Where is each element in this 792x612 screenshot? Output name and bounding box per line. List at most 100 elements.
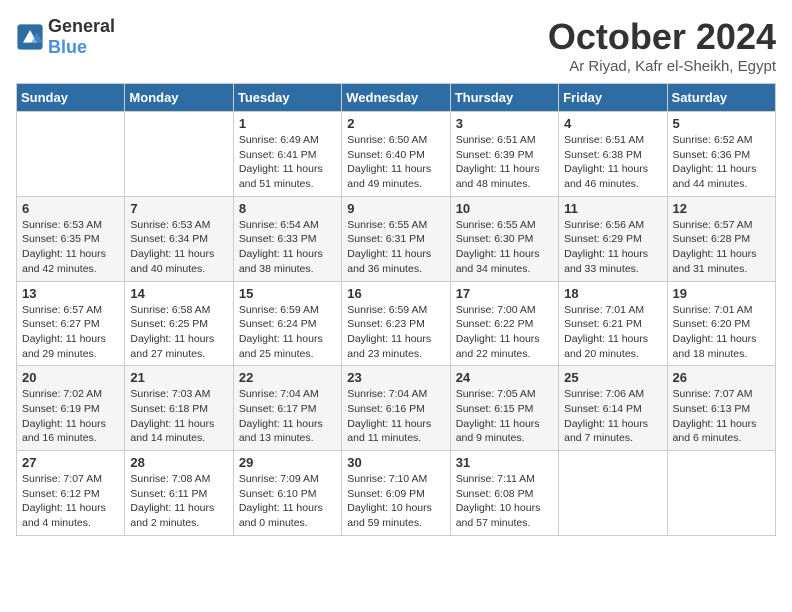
day-number: 30 <box>347 455 444 470</box>
day-number: 4 <box>564 116 661 131</box>
cell-content: Sunrise: 7:06 AM Sunset: 6:14 PM Dayligh… <box>564 387 661 446</box>
calendar-cell <box>125 112 233 197</box>
day-header-wednesday: Wednesday <box>342 84 450 112</box>
calendar-cell: 17 Sunrise: 7:00 AM Sunset: 6:22 PM Dayli… <box>450 281 558 366</box>
cell-content: Sunrise: 7:08 AM Sunset: 6:11 PM Dayligh… <box>130 472 227 531</box>
calendar-week-5: 27Sunrise: 7:07 AM Sunset: 6:12 PM Dayli… <box>17 451 776 536</box>
calendar-week-2: 6 Sunrise: 6:53 AM Sunset: 6:35 PM Daylig… <box>17 196 776 281</box>
day-number: 22 <box>239 370 336 385</box>
day-number: 5 <box>673 116 770 131</box>
calendar-cell: 21 Sunrise: 7:03 AM Sunset: 6:18 PM Dayli… <box>125 366 233 451</box>
cell-content: Sunrise: 7:09 AM Sunset: 6:10 PM Dayligh… <box>239 472 336 531</box>
calendar-cell: 15 Sunrise: 6:59 AM Sunset: 6:24 PM Dayli… <box>233 281 341 366</box>
calendar-cell: 3Sunrise: 6:51 AM Sunset: 6:39 PM Daylig… <box>450 112 558 197</box>
day-number: 6 <box>22 201 119 216</box>
day-number: 29 <box>239 455 336 470</box>
calendar-cell: 18 Sunrise: 7:01 AM Sunset: 6:21 PM Dayli… <box>559 281 667 366</box>
day-number: 31 <box>456 455 553 470</box>
calendar-cell: 7 Sunrise: 6:53 AM Sunset: 6:34 PM Daylig… <box>125 196 233 281</box>
calendar-cell: 11Sunrise: 6:56 AM Sunset: 6:29 PM Dayli… <box>559 196 667 281</box>
calendar-cell: 12 Sunrise: 6:57 AM Sunset: 6:28 PM Dayli… <box>667 196 775 281</box>
calendar-cell: 2 Sunrise: 6:50 AM Sunset: 6:40 PM Daylig… <box>342 112 450 197</box>
day-number: 2 <box>347 116 444 131</box>
calendar-cell: 1Sunrise: 6:49 AM Sunset: 6:41 PM Daylig… <box>233 112 341 197</box>
calendar-cell: 30 Sunrise: 7:10 AM Sunset: 6:09 PM Dayli… <box>342 451 450 536</box>
cell-content: Sunrise: 7:04 AM Sunset: 6:16 PM Dayligh… <box>347 387 444 446</box>
cell-content: Sunrise: 6:56 AM Sunset: 6:29 PM Dayligh… <box>564 218 661 277</box>
day-number: 21 <box>130 370 227 385</box>
calendar-cell <box>559 451 667 536</box>
calendar-cell: 23 Sunrise: 7:04 AM Sunset: 6:16 PM Dayli… <box>342 366 450 451</box>
day-number: 25 <box>564 370 661 385</box>
cell-content: Sunrise: 7:03 AM Sunset: 6:18 PM Dayligh… <box>130 387 227 446</box>
title-block: October 2024 Ar Riyad, Kafr el-Sheikh, E… <box>548 16 776 75</box>
day-number: 28 <box>130 455 227 470</box>
day-number: 15 <box>239 286 336 301</box>
calendar-cell <box>667 451 775 536</box>
calendar-cell: 24 Sunrise: 7:05 AM Sunset: 6:15 PM Dayli… <box>450 366 558 451</box>
cell-content: Sunrise: 6:57 AM Sunset: 6:28 PM Dayligh… <box>673 218 770 277</box>
calendar-cell: 5Sunrise: 6:52 AM Sunset: 6:36 PM Daylig… <box>667 112 775 197</box>
calendar-cell: 9Sunrise: 6:55 AM Sunset: 6:31 PM Daylig… <box>342 196 450 281</box>
day-number: 16 <box>347 286 444 301</box>
calendar-cell: 26 Sunrise: 7:07 AM Sunset: 6:13 PM Dayli… <box>667 366 775 451</box>
cell-content: Sunrise: 7:07 AM Sunset: 6:13 PM Dayligh… <box>673 387 770 446</box>
cell-content: Sunrise: 6:53 AM Sunset: 6:35 PM Dayligh… <box>22 218 119 277</box>
cell-content: Sunrise: 6:51 AM Sunset: 6:39 PM Dayligh… <box>456 133 553 192</box>
day-number: 20 <box>22 370 119 385</box>
cell-content: Sunrise: 7:05 AM Sunset: 6:15 PM Dayligh… <box>456 387 553 446</box>
day-number: 27 <box>22 455 119 470</box>
day-number: 19 <box>673 286 770 301</box>
day-number: 7 <box>130 201 227 216</box>
day-number: 12 <box>673 201 770 216</box>
day-number: 1 <box>239 116 336 131</box>
calendar-cell: 29 Sunrise: 7:09 AM Sunset: 6:10 PM Dayli… <box>233 451 341 536</box>
calendar-cell: 25 Sunrise: 7:06 AM Sunset: 6:14 PM Dayli… <box>559 366 667 451</box>
calendar-cell: 8 Sunrise: 6:54 AM Sunset: 6:33 PM Daylig… <box>233 196 341 281</box>
calendar-cell: 14Sunrise: 6:58 AM Sunset: 6:25 PM Dayli… <box>125 281 233 366</box>
day-number: 8 <box>239 201 336 216</box>
cell-content: Sunrise: 6:51 AM Sunset: 6:38 PM Dayligh… <box>564 133 661 192</box>
cell-content: Sunrise: 7:11 AM Sunset: 6:08 PM Dayligh… <box>456 472 553 531</box>
day-header-saturday: Saturday <box>667 84 775 112</box>
day-number: 18 <box>564 286 661 301</box>
cell-content: Sunrise: 6:50 AM Sunset: 6:40 PM Dayligh… <box>347 133 444 192</box>
calendar-week-3: 13 Sunrise: 6:57 AM Sunset: 6:27 PM Dayli… <box>17 281 776 366</box>
cell-content: Sunrise: 6:57 AM Sunset: 6:27 PM Dayligh… <box>22 303 119 362</box>
logo-icon <box>16 23 44 51</box>
cell-content: Sunrise: 7:01 AM Sunset: 6:20 PM Dayligh… <box>673 303 770 362</box>
cell-content: Sunrise: 6:53 AM Sunset: 6:34 PM Dayligh… <box>130 218 227 277</box>
cell-content: Sunrise: 6:54 AM Sunset: 6:33 PM Dayligh… <box>239 218 336 277</box>
calendar-cell: 4 Sunrise: 6:51 AM Sunset: 6:38 PM Daylig… <box>559 112 667 197</box>
calendar-table: SundayMondayTuesdayWednesdayThursdayFrid… <box>16 83 776 536</box>
logo-text: General Blue <box>48 16 115 58</box>
calendar-cell: 10 Sunrise: 6:55 AM Sunset: 6:30 PM Dayli… <box>450 196 558 281</box>
day-number: 24 <box>456 370 553 385</box>
day-number: 10 <box>456 201 553 216</box>
cell-content: Sunrise: 6:59 AM Sunset: 6:24 PM Dayligh… <box>239 303 336 362</box>
calendar-cell: 16Sunrise: 6:59 AM Sunset: 6:23 PM Dayli… <box>342 281 450 366</box>
day-number: 23 <box>347 370 444 385</box>
day-header-thursday: Thursday <box>450 84 558 112</box>
logo: General Blue <box>16 16 115 58</box>
cell-content: Sunrise: 7:10 AM Sunset: 6:09 PM Dayligh… <box>347 472 444 531</box>
day-number: 17 <box>456 286 553 301</box>
logo-blue: Blue <box>48 37 87 57</box>
calendar-week-1: 1Sunrise: 6:49 AM Sunset: 6:41 PM Daylig… <box>17 112 776 197</box>
day-number: 9 <box>347 201 444 216</box>
calendar-cell <box>17 112 125 197</box>
day-header-monday: Monday <box>125 84 233 112</box>
cell-content: Sunrise: 7:02 AM Sunset: 6:19 PM Dayligh… <box>22 387 119 446</box>
cell-content: Sunrise: 6:58 AM Sunset: 6:25 PM Dayligh… <box>130 303 227 362</box>
cell-content: Sunrise: 6:55 AM Sunset: 6:30 PM Dayligh… <box>456 218 553 277</box>
page-header: General Blue October 2024 Ar Riyad, Kafr… <box>16 16 776 75</box>
day-number: 26 <box>673 370 770 385</box>
day-header-tuesday: Tuesday <box>233 84 341 112</box>
calendar-cell: 19 Sunrise: 7:01 AM Sunset: 6:20 PM Dayli… <box>667 281 775 366</box>
calendar-cell: 28 Sunrise: 7:08 AM Sunset: 6:11 PM Dayli… <box>125 451 233 536</box>
calendar-cell: 27Sunrise: 7:07 AM Sunset: 6:12 PM Dayli… <box>17 451 125 536</box>
day-number: 13 <box>22 286 119 301</box>
cell-content: Sunrise: 7:01 AM Sunset: 6:21 PM Dayligh… <box>564 303 661 362</box>
calendar-header-row: SundayMondayTuesdayWednesdayThursdayFrid… <box>17 84 776 112</box>
cell-content: Sunrise: 7:00 AM Sunset: 6:22 PM Dayligh… <box>456 303 553 362</box>
